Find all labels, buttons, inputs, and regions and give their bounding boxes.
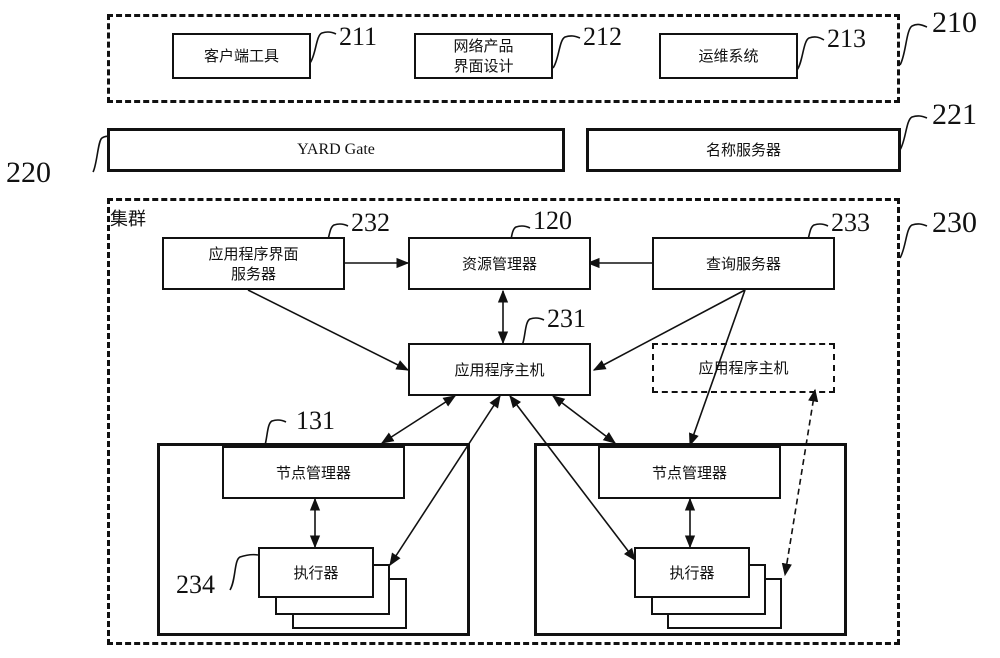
app-host-label: 应用程序主机 <box>454 360 545 379</box>
leader-212 <box>552 35 581 69</box>
edge-apphost-nm-right <box>551 395 617 444</box>
ref-131: 131 <box>296 406 335 435</box>
app-host-box: 应用程序主机 <box>408 343 591 396</box>
ref-234: 234 <box>176 570 215 599</box>
executor-right-box: 执行器 <box>634 547 750 598</box>
app-host-dashed-label: 应用程序主机 <box>698 359 789 377</box>
ref-211: 211 <box>339 22 378 51</box>
node-manager-right-label: 节点管理器 <box>651 463 727 482</box>
leader-234 <box>229 553 259 591</box>
ref-230: 230 <box>932 206 977 239</box>
edge-dashed-apphost-exec-right <box>781 388 819 577</box>
executor-left-box: 执行器 <box>258 547 374 598</box>
yard-gate-box: YARD Gate <box>107 128 565 172</box>
edge-apphost-nm-left <box>380 395 457 444</box>
web-ui-design-label-line1: 网络产品 <box>453 37 514 55</box>
edge-apphost-exec-left <box>389 394 501 567</box>
client-tool-box: 客户端工具 <box>172 33 311 79</box>
ref-213: 213 <box>827 24 866 53</box>
resource-manager-box: 资源管理器 <box>408 237 591 290</box>
app-ui-server-label-line1: 应用程序界面 <box>208 244 299 263</box>
ref-232: 232 <box>351 208 390 237</box>
node-manager-right-box: 节点管理器 <box>598 446 781 499</box>
app-ui-server-box: 应用程序界面 服务器 <box>162 237 345 290</box>
ops-system-box: 运维系统 <box>659 33 798 79</box>
leader-210 <box>899 23 928 66</box>
ref-210: 210 <box>932 6 977 39</box>
query-server-box: 查询服务器 <box>652 237 835 290</box>
leader-230 <box>899 223 928 259</box>
ref-231: 231 <box>547 304 586 333</box>
leader-213 <box>796 36 825 71</box>
ref-212: 212 <box>583 22 622 51</box>
executor-left-label: 执行器 <box>293 563 339 582</box>
ref-233: 233 <box>831 208 870 237</box>
node-manager-left-label: 节点管理器 <box>275 463 351 482</box>
edge-appui-to-apphost <box>247 289 410 371</box>
web-ui-design-box: 网络产品 界面设计 <box>414 33 553 79</box>
name-server-box: 名称服务器 <box>586 128 901 172</box>
ref-120: 120 <box>533 206 572 235</box>
client-tool-label: 客户端工具 <box>203 47 279 65</box>
ops-system-label: 运维系统 <box>698 47 759 65</box>
name-server-label: 名称服务器 <box>705 141 781 159</box>
ref-221: 221 <box>932 98 977 131</box>
app-host-dashed-box: 应用程序主机 <box>652 343 835 393</box>
yard-gate-label: YARD Gate <box>297 141 375 158</box>
query-server-label: 查询服务器 <box>705 254 781 273</box>
resource-manager-label: 资源管理器 <box>461 254 537 273</box>
executor-right-label: 执行器 <box>669 563 715 582</box>
node-manager-left-box: 节点管理器 <box>222 446 405 499</box>
ref-220: 220 <box>6 156 51 189</box>
leader-211 <box>309 31 337 64</box>
connections-layer <box>92 23 928 591</box>
app-ui-server-label-line2: 服务器 <box>230 264 276 283</box>
web-ui-design-label-line2: 界面设计 <box>453 57 514 75</box>
leader-221 <box>899 115 928 151</box>
